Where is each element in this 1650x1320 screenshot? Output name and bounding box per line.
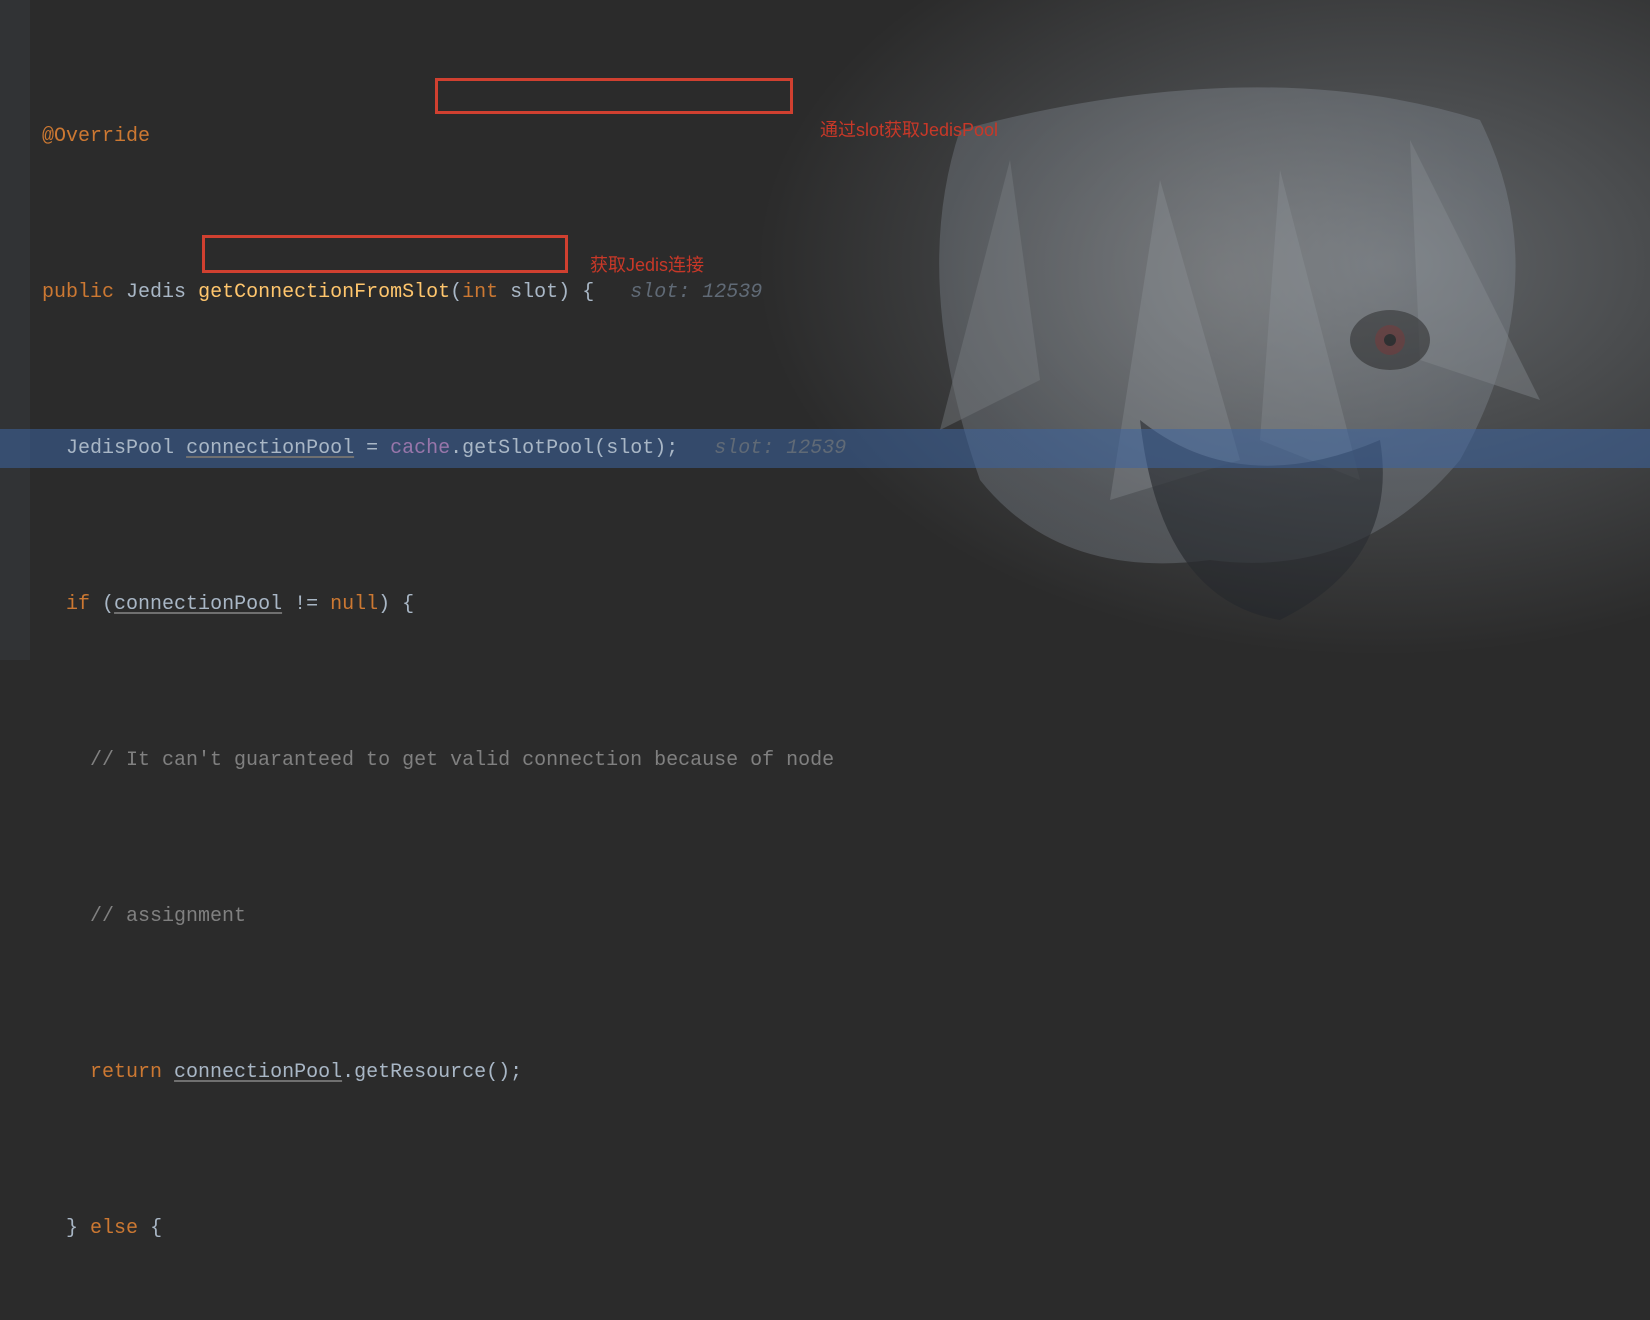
code-line[interactable]: @Override: [42, 117, 1650, 156]
inline-hint: slot: 12539: [630, 273, 762, 312]
variable-token: connectionPool: [114, 585, 282, 624]
comment-token: // It can't guaranteed to get valid conn…: [90, 741, 834, 780]
editor-gutter: [0, 0, 30, 660]
method-call-token: getSlotPool: [462, 429, 594, 468]
keyword-token: else: [90, 1209, 138, 1248]
brace-token: {: [582, 273, 594, 312]
code-line[interactable]: return connectionPool.getResource();: [42, 1053, 1650, 1092]
keyword-token: null: [330, 585, 378, 624]
inline-hint: slot: 12539: [714, 429, 846, 468]
code-line[interactable]: // It can't guaranteed to get valid conn…: [42, 741, 1650, 780]
argument-token: slot: [606, 429, 654, 468]
keyword-token: return: [90, 1053, 162, 1092]
method-declaration-token: getConnectionFromSlot: [198, 273, 450, 312]
variable-token: connectionPool: [174, 1053, 342, 1092]
comment-token: // assignment: [90, 897, 246, 936]
type-token: JedisPool: [66, 429, 174, 468]
method-call-token: getResource: [354, 1053, 486, 1092]
code-line[interactable]: public Jedis getConnectionFromSlot(int s…: [42, 273, 1650, 312]
code-line[interactable]: // assignment: [42, 897, 1650, 936]
code-line[interactable]: } else {: [42, 1209, 1650, 1248]
parameter-token: slot: [510, 273, 558, 312]
code-editor-content[interactable]: @Override public Jedis getConnectionFrom…: [30, 0, 1650, 1320]
annotation-token: @Override: [42, 117, 150, 156]
keyword-token: int: [462, 273, 498, 312]
variable-token: connectionPool: [186, 429, 354, 468]
keyword-token: if: [66, 585, 90, 624]
type-token: Jedis: [126, 273, 186, 312]
code-line[interactable]: if (connectionPool != null) {: [42, 585, 1650, 624]
keyword-token: public: [42, 273, 114, 312]
code-line-current[interactable]: JedisPool connectionPool = cache.getSlot…: [0, 429, 1650, 468]
field-token: cache: [390, 429, 450, 468]
